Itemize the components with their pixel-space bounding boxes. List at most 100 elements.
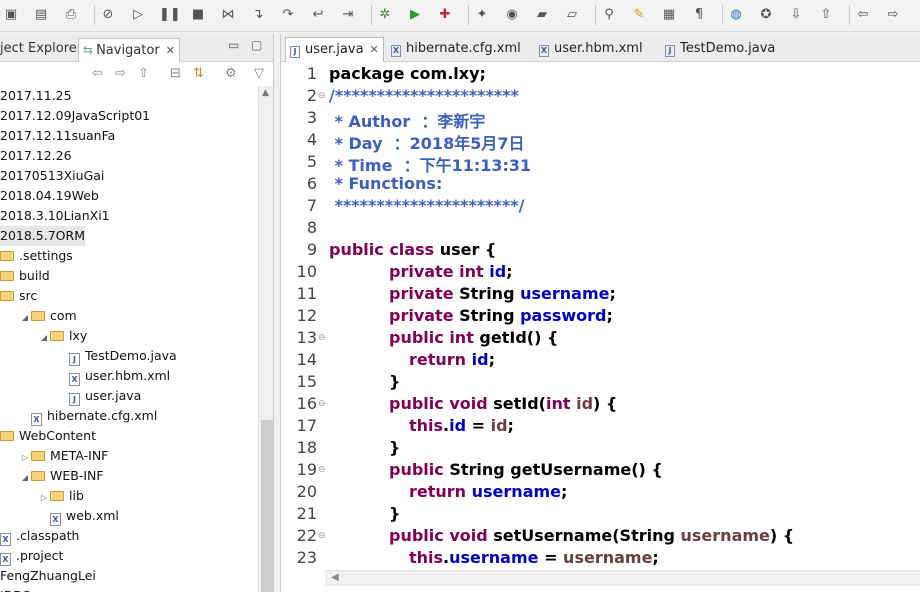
code-line[interactable]: * Day ：2018年5月7日 <box>329 130 525 154</box>
forward-icon[interactable]: ⇨ <box>115 66 126 81</box>
tree-item[interactable]: 20170513XiuGai <box>0 166 104 186</box>
new-wizard-icon[interactable]: ✦ <box>473 6 491 24</box>
back-icon[interactable]: ⇦ <box>854 6 872 24</box>
tree-item[interactable]: JDBC <box>0 586 30 592</box>
code-line[interactable]: **********************/ <box>329 196 525 215</box>
tree-item[interactable]: build <box>0 266 50 286</box>
tree-item[interactable]: 2017.11.25 <box>0 86 72 106</box>
tree-item[interactable]: 2018.5.7ORM <box>0 226 85 246</box>
tree-item[interactable]: 2017.12.11suanFa <box>0 126 115 146</box>
tree-item[interactable]: Xuser.hbm.xml <box>0 366 170 386</box>
show-whitespace-icon[interactable]: ¶ <box>690 6 708 24</box>
tree-item[interactable]: 2017.12.09JavaScript01 <box>0 106 150 126</box>
code-line[interactable]: } <box>389 372 400 391</box>
forward-icon[interactable]: ⇨ <box>884 6 902 24</box>
code-line[interactable]: public void setUsername(String username)… <box>389 526 794 545</box>
expand-icon[interactable]: ▷ <box>19 448 31 468</box>
tree-item[interactable]: ◢ lxy <box>0 326 87 346</box>
tree-item[interactable]: Xhibernate.cfg.xml <box>0 406 157 426</box>
tree-item[interactable]: 2018.04.19Web <box>0 186 99 206</box>
save-icon[interactable]: ▣ <box>2 6 20 24</box>
code-line[interactable]: public String getUsername() { <box>389 460 663 479</box>
code-line[interactable]: return id; <box>409 350 495 369</box>
toggle-mark-occurrences-icon[interactable]: ✎ <box>630 6 648 24</box>
close-icon[interactable]: ✕ <box>166 44 175 57</box>
editor-tab[interactable]: J TestDemo.java <box>661 37 779 62</box>
tree-item[interactable]: Xweb.xml <box>0 506 119 526</box>
fold-icon[interactable]: ⊖ <box>318 465 326 475</box>
code-line[interactable]: } <box>389 438 400 457</box>
tree-scrollbar[interactable]: ▲ <box>258 86 273 592</box>
fold-icon[interactable]: ⊖ <box>318 333 326 343</box>
tree-item[interactable]: WebContent <box>0 426 96 446</box>
save-all-icon[interactable]: ▤ <box>32 6 50 24</box>
fold-icon[interactable]: ⊖ <box>318 531 326 541</box>
print-icon[interactable]: ⎙ <box>62 6 80 24</box>
collapse-icon[interactable]: ◢ <box>19 308 31 328</box>
maximize-icon[interactable]: ▢ <box>251 38 262 52</box>
new-java-class-icon[interactable]: ◉ <box>503 6 521 24</box>
tree-item[interactable]: .settings <box>0 246 73 266</box>
back-icon[interactable]: ⇦ <box>92 66 103 81</box>
link-with-editor-icon[interactable]: ⇅ <box>193 66 204 81</box>
code-area[interactable]: 1 package com.lxy; 2 ⊖/********************… <box>281 63 920 571</box>
terminate-icon[interactable]: ■ <box>189 6 207 24</box>
step-return-icon[interactable]: ↩ <box>309 6 327 24</box>
toggle-block-selection-icon[interactable]: ▦ <box>660 6 678 24</box>
tree-item[interactable]: Juser.java <box>0 386 141 406</box>
tree-item[interactable]: ◢ WEB-INF <box>0 466 104 486</box>
expand-icon[interactable]: ▷ <box>38 488 50 508</box>
disconnect-icon[interactable]: ⋈ <box>219 6 237 24</box>
tree-item[interactable]: FengZhuangLei <box>0 566 96 586</box>
view-menu-icon[interactable]: ▽ <box>254 66 264 81</box>
skip-breakpoints-icon[interactable]: ⊘ <box>99 6 117 24</box>
collapse-icon[interactable]: ◢ <box>38 328 50 348</box>
editor-tab[interactable]: Juser.java ✕ <box>285 37 384 62</box>
open-type-icon[interactable]: ▰ <box>533 6 551 24</box>
step-over-icon[interactable]: ↷ <box>279 6 297 24</box>
code-line[interactable]: public class user { <box>329 240 496 259</box>
code-line[interactable]: this.username = username; <box>409 548 659 567</box>
tree-item[interactable]: X .project <box>0 546 63 566</box>
code-line[interactable]: private String password; <box>389 306 613 325</box>
code-line[interactable]: /********************** <box>329 86 519 105</box>
fold-icon[interactable]: ⊖ <box>318 399 326 409</box>
code-line[interactable]: * Functions: <box>329 174 443 193</box>
scrollbar-thumb[interactable] <box>261 420 273 592</box>
code-line[interactable]: * Time ：下午11:13:31 <box>329 152 532 176</box>
debug-icon[interactable]: ✲ <box>376 6 394 24</box>
code-line[interactable]: this.id = id; <box>409 416 514 435</box>
code-line[interactable]: public int getId() { <box>389 328 558 347</box>
scroll-up-icon[interactable]: ▲ <box>262 88 269 98</box>
suspend-icon[interactable]: ❚❚ <box>159 6 181 24</box>
search-icon[interactable]: ⚲ <box>600 6 618 24</box>
tree-item[interactable]: J TestDemo.java <box>0 346 177 366</box>
code-line[interactable]: return username; <box>409 482 567 501</box>
tree-item[interactable]: X .classpath <box>0 526 79 546</box>
close-icon[interactable]: ✕ <box>370 43 379 56</box>
filter-icon[interactable]: ⚙ <box>225 66 237 81</box>
editor-tab[interactable]: Xuser.hbm.xml <box>535 37 647 62</box>
tree-item[interactable]: ▷ META-INF <box>0 446 108 466</box>
code-line[interactable]: * Author ：李新宇 <box>329 108 486 132</box>
collapse-all-icon[interactable]: ⊟ <box>170 66 181 81</box>
use-step-filters-icon[interactable]: ⇥ <box>339 6 357 24</box>
toggle-ant-editor-icon[interactable]: ✪ <box>757 6 775 24</box>
editor-tab[interactable]: Xhibernate.cfg.xml <box>387 37 525 62</box>
tree-item[interactable]: 2018.3.10LianXi1 <box>0 206 110 226</box>
tree-item[interactable]: 2017.12.26 <box>0 146 72 166</box>
tree-item[interactable]: ▷ lib <box>0 486 84 506</box>
tab-project-explorer[interactable]: ject Explorer <box>0 38 82 62</box>
globe-icon[interactable]: ◍ <box>727 6 745 24</box>
code-line[interactable]: public void setId(int id) { <box>389 394 617 413</box>
code-line[interactable]: package com.lxy; <box>329 64 486 83</box>
scroll-left-icon[interactable]: ◀ <box>331 572 339 583</box>
collapse-icon[interactable]: ◢ <box>19 468 31 488</box>
fold-icon[interactable]: ⊖ <box>318 91 326 101</box>
next-annotation-icon[interactable]: ⇩ <box>787 6 805 24</box>
minimize-icon[interactable]: ▭ <box>228 38 239 52</box>
resume-icon[interactable]: ▷ <box>129 6 147 24</box>
horizontal-scrollbar[interactable]: ◀ <box>325 570 920 586</box>
step-into-icon[interactable]: ↴ <box>249 6 267 24</box>
code-line[interactable]: } <box>389 504 400 523</box>
